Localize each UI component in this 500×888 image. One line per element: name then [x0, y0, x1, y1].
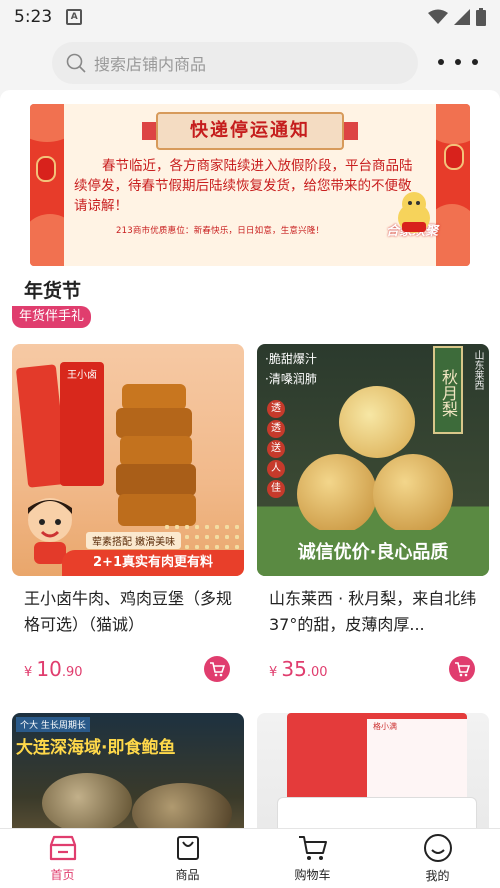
- more-dot-icon: [455, 59, 461, 65]
- wifi-icon: [428, 9, 448, 24]
- header: 搜索店铺内商品: [0, 34, 500, 90]
- banner-title: 快递停运通知: [142, 112, 358, 150]
- more-dot-icon: [472, 59, 478, 65]
- brand-label: 王小卤: [60, 362, 104, 486]
- search-bar[interactable]: 搜索店铺内商品: [52, 42, 418, 84]
- circle-label: 送: [267, 440, 285, 458]
- product-image[interactable]: 格小满: [257, 713, 489, 828]
- circle-label: 人: [267, 460, 285, 478]
- image-caption: ·脆甜爆汁: [265, 352, 317, 366]
- bag-icon: [176, 836, 199, 860]
- tissue-pack-image: [277, 797, 477, 828]
- tab-products[interactable]: 商品: [125, 829, 250, 888]
- product-price: ¥ 35.00: [269, 657, 328, 681]
- dragon-mascot-icon: [398, 192, 430, 233]
- price-symbol: ¥: [24, 665, 33, 680]
- tab-label: 商品: [175, 868, 200, 882]
- product-name[interactable]: 山东莱西 · 秋月梨，来自北纬37°的甜，皮薄肉厚...: [257, 586, 489, 638]
- abalone-image: [132, 783, 232, 828]
- tab-label: 购物车: [294, 868, 331, 882]
- image-banner: 2+1真实有肉更有料: [62, 550, 244, 576]
- banner-subtitle: 213商市优质惠位：新春快乐，日日如意，生意兴隆！: [116, 226, 325, 236]
- product-image[interactable]: 王小卤 荤素搭配 嫩滑美味 2+1真实有肉更有料: [12, 344, 244, 576]
- product-card[interactable]: 王小卤 荤素搭配 嫩滑美味 2+1真实有肉更有料 王小卤牛肉、鸡肉豆堡（多规格可…: [12, 344, 244, 696]
- image-caption: 个大 生长周期长: [16, 717, 90, 732]
- more-button[interactable]: [438, 48, 478, 76]
- vertical-label: 秋月梨: [433, 346, 463, 434]
- pear-image: [339, 386, 415, 458]
- tab-mine[interactable]: 我的: [375, 829, 500, 888]
- add-to-cart-button[interactable]: [449, 656, 475, 682]
- smile-icon: [423, 834, 452, 862]
- price-int: 10: [36, 657, 62, 681]
- image-caption: 大连深海域·即食鲍鱼: [16, 738, 176, 758]
- image-caption: ·清嗓润肺: [265, 372, 317, 386]
- circle-label: 佳: [267, 480, 285, 498]
- image-banner: 诚信优价·良心品质: [257, 530, 489, 576]
- price-dec: .00: [306, 665, 328, 680]
- image-caption: 格小满: [373, 722, 397, 731]
- status-bar: 5:23 A: [0, 0, 500, 34]
- abalone-image: [42, 773, 132, 828]
- section-title: 年货节: [24, 280, 82, 302]
- lantern-icon: [444, 144, 464, 170]
- circle-label: 透: [267, 420, 285, 438]
- more-dot-icon: [438, 59, 444, 65]
- cart-icon: [455, 662, 470, 677]
- product-price: ¥ 10.90: [24, 657, 83, 681]
- tab-cart[interactable]: 购物车: [250, 829, 375, 888]
- product-image[interactable]: ·脆甜爆汁 ·清嗓润肺 秋月梨 山东莱西 透 透 送 人 佳 诚信优价·良心品质: [257, 344, 489, 576]
- add-to-cart-button[interactable]: [204, 656, 230, 682]
- price-dec: .90: [61, 665, 83, 680]
- section-tag[interactable]: 年货伴手礼: [12, 306, 92, 328]
- pear-image: [373, 454, 453, 534]
- product-name[interactable]: 王小卤牛肉、鸡肉豆堡（多规格可选）（猫诚）: [12, 586, 244, 638]
- tab-label: 首页: [50, 868, 75, 882]
- banner-body: 春节临近，各方商家陆续进入放假阶段，平台商品陆续停发，待春节假期后陆续恢复发货，…: [74, 158, 413, 214]
- main-content: 快递停运通知 春节临近，各方商家陆续进入放假阶段，平台商品陆续停发，待春节假期后…: [0, 90, 500, 828]
- tab-home[interactable]: 首页: [0, 829, 125, 888]
- search-input[interactable]: 搜索店铺内商品: [94, 51, 206, 75]
- battery-icon: [476, 8, 486, 26]
- home-icon: [49, 835, 76, 861]
- search-icon: [66, 53, 86, 73]
- lantern-icon: [36, 156, 56, 182]
- cart-icon: [210, 662, 225, 677]
- product-card[interactable]: 格小满: [257, 713, 489, 828]
- notice-banner[interactable]: 快递停运通知 春节临近，各方商家陆续进入放假阶段，平台商品陆续停发，待春节假期后…: [30, 104, 470, 266]
- price-int: 35: [281, 657, 307, 681]
- product-card[interactable]: ·脆甜爆汁 ·清嗓润肺 秋月梨 山东莱西 透 透 送 人 佳 诚信优价·良心品质…: [257, 344, 489, 696]
- notification-a-icon: A: [66, 9, 83, 25]
- product-card[interactable]: 个大 生长周期长 大连深海域·即食鲍鱼: [12, 713, 244, 828]
- status-icons: [428, 8, 486, 26]
- status-time: 5:23: [14, 7, 53, 27]
- tab-label: 我的: [425, 869, 450, 883]
- tab-bar: 首页 商品 购物车 我的: [0, 828, 500, 888]
- pear-image: [297, 454, 377, 534]
- image-caption: 荤素搭配 嫩滑美味: [86, 532, 182, 549]
- signal-icon: [454, 9, 470, 25]
- region-label: 山东莱西: [472, 350, 483, 390]
- cart-icon: [298, 836, 327, 860]
- price-symbol: ¥: [269, 665, 278, 680]
- product-image[interactable]: 个大 生长周期长 大连深海域·即食鲍鱼: [12, 713, 244, 828]
- circle-label: 透: [267, 400, 285, 418]
